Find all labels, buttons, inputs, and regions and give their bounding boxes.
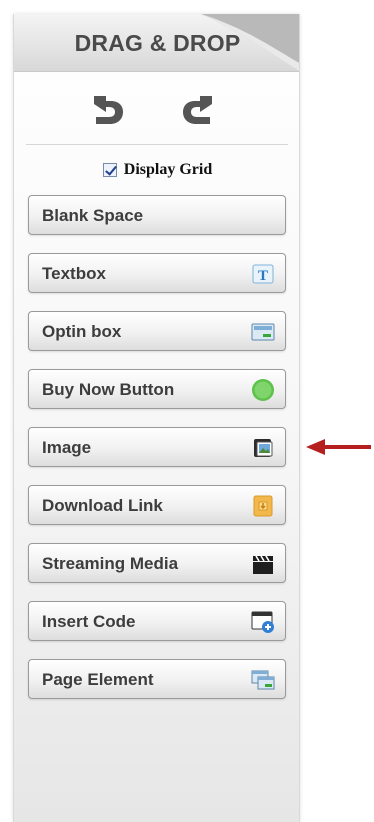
redo-button[interactable] [179, 92, 219, 126]
display-grid-label: Display Grid [123, 161, 213, 178]
redo-arrow-icon [183, 96, 212, 124]
page-element-button[interactable]: Page Element [28, 659, 286, 699]
undo-button[interactable] [87, 92, 127, 126]
insert-code-button[interactable]: Insert Code [28, 601, 286, 641]
download-link-button[interactable]: Download Link [28, 485, 286, 525]
blank-space-button[interactable]: Blank Space [28, 195, 286, 235]
svg-text:T: T [258, 268, 268, 284]
panel-header: DRAG & DROP [14, 14, 299, 72]
streaming-media-label: Streaming Media [42, 554, 179, 573]
divider [26, 144, 288, 145]
buy-now-icon [252, 379, 274, 401]
red-arrow-icon [306, 439, 371, 455]
streaming-media-button[interactable]: Streaming Media [28, 543, 286, 583]
optin-box-button[interactable]: Optin box [28, 311, 286, 351]
buy-now-button-label: Buy Now Button [42, 380, 175, 399]
blank-space-label: Blank Space [42, 206, 144, 225]
undo-arrow-icon [94, 96, 123, 124]
display-grid-toggle[interactable]: Display Grid [14, 160, 299, 180]
page-element-icon [251, 670, 275, 690]
download-link-label: Download Link [42, 496, 163, 515]
page-element-label: Page Element [42, 670, 154, 689]
image-button[interactable]: Image [28, 427, 286, 467]
insert-code-icon [251, 611, 274, 633]
buy-now-button-button[interactable]: Buy Now Button [28, 369, 286, 409]
textbox-label: Textbox [42, 264, 106, 283]
optin-box-label: Optin box [42, 322, 122, 341]
drag-and-drop-panel: DRAG & DROP Display Grid Blank Space Tex… [13, 14, 300, 822]
download-icon [253, 495, 273, 517]
optin-box-icon [251, 323, 275, 341]
textbox-button[interactable]: Textbox T [28, 253, 286, 293]
clapperboard-icon [253, 555, 273, 574]
insert-code-label: Insert Code [42, 612, 136, 631]
panel-title: DRAG & DROP [74, 30, 241, 56]
undo-redo-bar [14, 92, 299, 126]
textbox-icon: T [252, 264, 274, 284]
image-label: Image [42, 438, 92, 457]
display-grid-checkbox[interactable] [102, 163, 117, 177]
image-icon [254, 439, 273, 457]
